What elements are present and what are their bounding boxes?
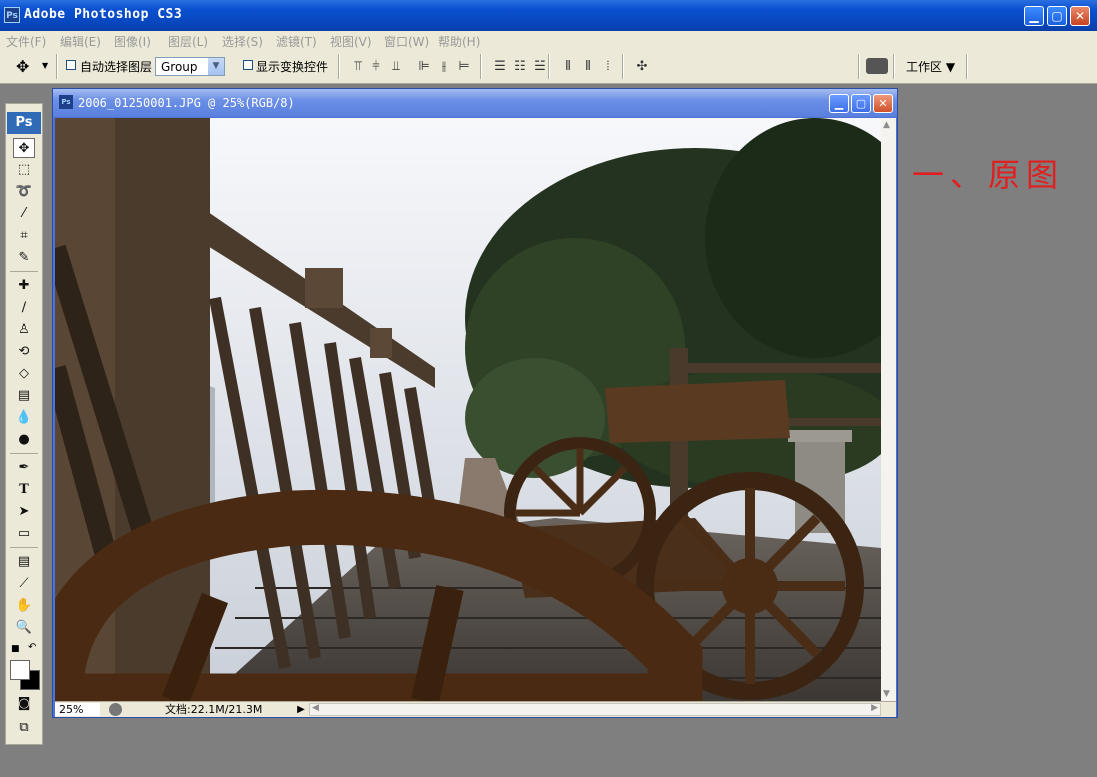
shape-tool-icon[interactable]: ▭ <box>13 524 35 544</box>
menu-layer[interactable]: 图层(L) <box>168 33 208 50</box>
type-tool-icon[interactable]: T <box>13 480 35 500</box>
align-vcenter-icon[interactable]: ⫩ <box>368 59 384 75</box>
align-right-icon[interactable]: ⊨ <box>456 59 472 75</box>
distribute-bottom-icon[interactable]: ☱ <box>532 59 548 75</box>
zoom-level-field[interactable]: 25% <box>55 703 100 716</box>
menu-view[interactable]: 视图(V) <box>330 33 372 50</box>
close-button[interactable]: ✕ <box>1070 6 1090 26</box>
eraser-tool-icon[interactable]: ◇ <box>13 364 35 384</box>
workspace-menu[interactable]: 工作区 ▼ <box>906 58 955 75</box>
menu-help[interactable]: 帮助(H) <box>438 33 480 50</box>
app-title: Adobe Photoshop CS3 <box>24 7 183 22</box>
document-icon: Ps <box>59 95 73 109</box>
menu-edit[interactable]: 编辑(E) <box>60 33 101 50</box>
document-minimize-button[interactable]: ▁ <box>829 94 849 113</box>
align-top-icon[interactable]: ⫪ <box>350 59 366 75</box>
photoshop-app-icon: Ps <box>4 7 20 23</box>
move-tool-icon[interactable]: ✥ <box>13 138 35 158</box>
auto-select-dropdown[interactable]: Group ▼ <box>155 57 225 76</box>
minimize-button[interactable]: ▁ <box>1024 6 1044 26</box>
document-window: Ps 2006_01250001.JPG @ 25%(RGB/8) ▁ ▢ ✕ <box>52 88 898 718</box>
menu-filter[interactable]: 滤镜(T) <box>276 33 317 50</box>
swap-colors-icon[interactable]: ↶ <box>28 642 36 653</box>
move-tool-icon[interactable]: ✥ <box>16 57 29 76</box>
foreground-color-swatch[interactable] <box>10 660 30 680</box>
menu-file[interactable]: 文件(F) <box>6 33 46 50</box>
history-brush-tool-icon[interactable]: ⟲ <box>13 342 35 362</box>
menu-image[interactable]: 图像(I) <box>114 33 151 50</box>
scroll-left-icon[interactable]: ◀ <box>312 703 319 713</box>
dodge-tool-icon[interactable]: ● <box>13 430 35 450</box>
distribute-top-icon[interactable]: ☰ <box>492 59 508 75</box>
status-bar: 25% 文档:22.1M/21.3M ▶ ◀ ▶ <box>55 701 896 717</box>
status-menu-arrow-icon[interactable]: ▶ <box>295 703 307 716</box>
chevron-down-icon[interactable]: ▼ <box>208 58 224 75</box>
bridge-icon[interactable] <box>866 58 888 74</box>
document-maximize-button[interactable]: ▢ <box>851 94 871 113</box>
blur-tool-icon[interactable]: 💧 <box>13 408 35 428</box>
auto-select-checkbox[interactable] <box>66 60 76 70</box>
slice-tool-icon[interactable]: ✎ <box>13 248 35 268</box>
healing-brush-tool-icon[interactable]: ✚ <box>13 276 35 296</box>
scroll-down-icon[interactable]: ▼ <box>883 689 890 699</box>
align-hcenter-icon[interactable]: ⫲ <box>436 59 452 75</box>
distribute-right-icon[interactable]: ⦙ <box>600 59 616 75</box>
pen-tool-icon[interactable]: ✒ <box>13 458 35 478</box>
brush-tool-icon[interactable]: ∕ <box>13 298 35 318</box>
show-transform-label: 显示变换控件 <box>256 60 329 74</box>
show-transform-checkbox[interactable] <box>243 60 253 70</box>
align-left-icon[interactable]: ⊫ <box>416 59 432 75</box>
align-bottom-icon[interactable]: ⫫ <box>388 59 404 75</box>
document-titlebar[interactable]: Ps 2006_01250001.JPG @ 25%(RGB/8) ▁ ▢ ✕ <box>53 89 897 117</box>
document-close-button[interactable]: ✕ <box>873 94 893 113</box>
clone-stamp-tool-icon[interactable]: ♙ <box>13 320 35 340</box>
marquee-tool-icon[interactable]: ⬚ <box>13 160 35 180</box>
document-size: 文档:22.1M/21.3M <box>165 703 263 716</box>
distribute-left-icon[interactable]: ⦀ <box>560 59 576 75</box>
auto-select-label: 自动选择图层 <box>80 60 153 74</box>
menu-select[interactable]: 选择(S) <box>222 33 263 50</box>
app-titlebar: Ps Adobe Photoshop CS3 ▁ ▢ ✕ <box>0 0 1097 31</box>
document-title: 2006_01250001.JPG @ 25%(RGB/8) <box>78 96 295 110</box>
image-canvas[interactable] <box>55 118 881 701</box>
default-colors-icon[interactable]: ■ <box>11 644 20 654</box>
scroll-up-icon[interactable]: ▲ <box>883 120 890 130</box>
distribute-hcenter-icon[interactable]: ⫴ <box>580 59 596 75</box>
auto-align-icon[interactable]: ✣ <box>634 59 650 75</box>
ps-logo: Ps <box>7 112 41 134</box>
scroll-right-icon[interactable]: ▶ <box>871 703 878 713</box>
tool-preset-dropdown-icon[interactable]: ▼ <box>42 61 48 70</box>
distribute-vcenter-icon[interactable]: ☷ <box>512 59 528 75</box>
eyedropper-tool-icon[interactable]: ⟋ <box>13 574 35 594</box>
quick-mask-icon[interactable]: ◙ <box>13 694 35 714</box>
path-selection-tool-icon[interactable]: ➤ <box>13 502 35 522</box>
toolbox: Ps ✥ ⬚ ➰ ⁄ ⌗ ✎ ✚ ∕ ♙ ⟲ ◇ ▤ 💧 ● ✒ T ➤ ▭ ▤… <box>5 103 43 745</box>
crop-tool-icon[interactable]: ⌗ <box>13 226 35 246</box>
notes-tool-icon[interactable]: ▤ <box>13 552 35 572</box>
photo-bench-on-boardwalk <box>55 118 881 701</box>
menu-window[interactable]: 窗口(W) <box>384 33 429 50</box>
maximize-button[interactable]: ▢ <box>1047 6 1067 26</box>
menubar: 文件(F) 编辑(E) 图像(I) 图层(L) 选择(S) 滤镜(T) 视图(V… <box>0 31 1097 51</box>
gradient-tool-icon[interactable]: ▤ <box>13 386 35 406</box>
vertical-scrollbar[interactable]: ▲ ▼ <box>881 118 896 701</box>
horizontal-scrollbar[interactable]: ◀ ▶ <box>309 703 881 716</box>
magic-wand-tool-icon[interactable]: ⁄ <box>13 204 35 224</box>
hand-tool-icon[interactable]: ✋ <box>13 596 35 616</box>
annotation-original-image: 一、原图 <box>912 156 1065 194</box>
screen-mode-icon[interactable]: ⧉ <box>13 718 35 738</box>
zoom-tool-icon[interactable]: 🔍 <box>13 618 35 638</box>
status-info-icon[interactable] <box>109 703 122 716</box>
lasso-tool-icon[interactable]: ➰ <box>13 182 35 202</box>
